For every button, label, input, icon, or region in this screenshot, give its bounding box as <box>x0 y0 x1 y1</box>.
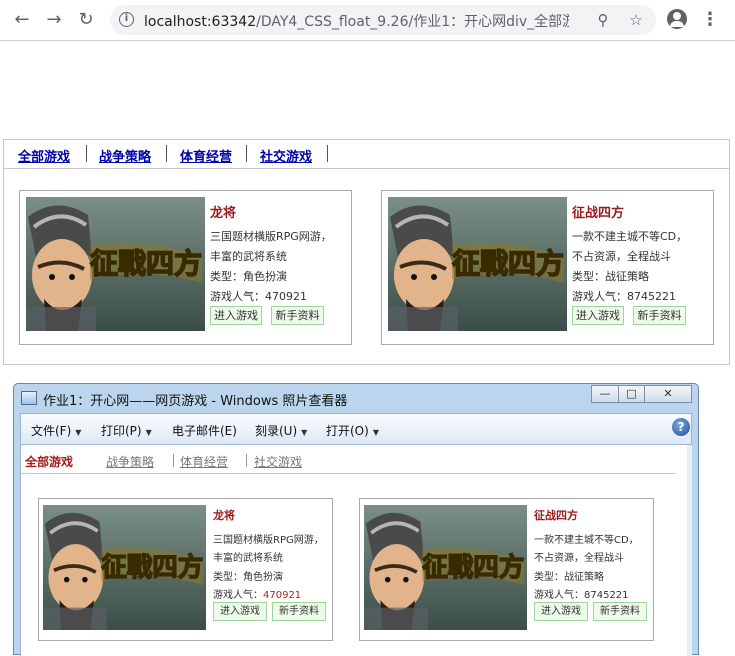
help-icon[interactable]: ? <box>672 418 690 436</box>
beginner-guide-button[interactable]: 新手资料 <box>633 306 686 325</box>
tab-divider <box>166 145 167 162</box>
viewer-game-description-line: 一款不建主城不等CD， <box>534 535 639 546</box>
game-card: 征戰四方 龙将 三国题材横版RPG网游， 丰富的武将系统 类型：角色扮演 游戏人… <box>19 190 352 345</box>
viewer-game-title: 征战四方 <box>534 509 578 522</box>
account-icon[interactable] <box>667 9 687 29</box>
beginner-guide-button[interactable]: 新手资料 <box>271 306 324 325</box>
viewer-menu-bar: 文件(F) ▼ 打印(P) ▼ 电子邮件(E) 刻录(U) ▼ 打开(O) ▼ ? <box>20 413 692 445</box>
game-popularity: 游戏人气：8745221 <box>572 290 676 303</box>
minimize-button[interactable]: — <box>591 385 619 403</box>
game-description-line: 丰富的武将系统 <box>210 250 287 263</box>
tab-divider <box>327 145 328 162</box>
game-description-line: 三国题材横版RPG网游， <box>210 230 332 243</box>
star-icon[interactable]: ☆ <box>627 11 645 29</box>
viewer-enter-game-button: 进入游戏 <box>534 602 588 621</box>
maximize-button[interactable]: □ <box>618 385 645 403</box>
info-icon[interactable]: i <box>119 12 134 27</box>
viewer-beginner-guide-button: 新手资料 <box>593 602 647 621</box>
forward-arrow-icon[interactable]: → <box>42 8 66 32</box>
game-description-line: 不占资源，全程战斗 <box>572 250 671 263</box>
menu-print[interactable]: 打印(P) ▼ <box>101 422 152 439</box>
tab-war-strategy[interactable]: 战争策略 <box>99 146 151 165</box>
tab-sports-management[interactable]: 体育经营 <box>180 146 232 165</box>
game-thumbnail[interactable]: 征戰四方 <box>388 197 567 331</box>
tab-divider <box>246 145 247 162</box>
game-logo-text: 征戰四方 <box>452 247 564 280</box>
viewer-game-card: 征戰四方 龙将 三国题材横版RPG网游， 丰富的武将系统 类型：角色扮演 游戏人… <box>38 498 333 641</box>
viewer-game-description-line: 三国题材横版RPG网游， <box>213 535 324 546</box>
viewer-tab-war-strategy: 战争策略 <box>106 455 155 469</box>
game-logo-text: 征戰四方 <box>101 552 203 583</box>
photo-viewer-app-icon <box>21 391 37 405</box>
viewer-game-popularity: 游戏人气：8745221 <box>534 590 629 601</box>
close-button[interactable]: ✕ <box>644 385 692 403</box>
url-host: localhost:63342 <box>144 14 257 30</box>
game-logo-text: 征戰四方 <box>422 552 524 583</box>
category-tabs: 全部游戏 战争策略 体育经营 社交游戏 <box>4 140 729 169</box>
viewer-image-canvas: 全部游戏 战争策略 体育经营 社交游戏 征戰四方 龙将 三国题材横版RPG网游，… <box>20 445 687 656</box>
tab-divider <box>86 145 87 162</box>
viewer-beginner-guide-button: 新手资料 <box>272 602 326 621</box>
viewer-game-thumbnail: 征戰四方 <box>43 505 206 630</box>
more-menu-icon[interactable]: ⋮ <box>700 8 720 32</box>
viewer-scrollbar[interactable] <box>687 445 692 656</box>
photo-viewer-window: 作业1：开心网——网页游戏 - Windows 照片查看器 — □ ✕ 文件(F… <box>13 383 699 656</box>
game-type: 类型：角色扮演 <box>210 270 287 283</box>
game-thumbnail[interactable]: 征戰四方 <box>26 197 205 331</box>
menu-file[interactable]: 文件(F) ▼ <box>31 422 81 439</box>
viewer-game-description-line: 不占资源，全程战斗 <box>534 553 624 564</box>
zoom-icon[interactable]: ⚲ <box>594 11 612 29</box>
enter-game-button[interactable]: 进入游戏 <box>210 306 262 325</box>
viewer-enter-game-button: 进入游戏 <box>213 602 267 621</box>
back-arrow-icon[interactable]: ← <box>10 8 34 32</box>
chevron-down-icon: ▼ <box>301 428 308 437</box>
address-bar[interactable]: i localhost:63342/DAY4_CSS_float_9.26/作业… <box>110 5 656 35</box>
game-card: 征戰四方 征战四方 一款不建主城不等CD， 不占资源，全程战斗 类型：战征策略 … <box>381 190 714 345</box>
window-title-bar[interactable]: 作业1：开心网——网页游戏 - Windows 照片查看器 — □ ✕ <box>14 384 698 413</box>
tab-social-games[interactable]: 社交游戏 <box>260 146 312 165</box>
window-title: 作业1：开心网——网页游戏 - Windows 照片查看器 <box>43 394 348 409</box>
tab-divider <box>173 454 174 467</box>
reload-icon[interactable]: ↻ <box>74 8 98 32</box>
chevron-down-icon: ▼ <box>145 428 152 437</box>
menu-email[interactable]: 电子邮件(E) <box>172 422 237 439</box>
game-type: 类型：战征策略 <box>572 270 649 283</box>
enter-game-button[interactable]: 进入游戏 <box>572 306 624 325</box>
game-logo-text: 征戰四方 <box>90 247 202 280</box>
tab-divider <box>246 454 247 467</box>
game-description-line: 一款不建主城不等CD， <box>572 230 688 243</box>
viewer-game-popularity: 游戏人气：470921 <box>213 590 302 601</box>
chevron-down-icon: ▼ <box>372 428 379 437</box>
viewer-tab-all-games: 全部游戏 <box>25 455 74 469</box>
viewer-game-thumbnail: 征戰四方 <box>364 505 527 630</box>
viewer-tab-social-games: 社交游戏 <box>254 455 303 469</box>
tab-all-games[interactable]: 全部游戏 <box>18 146 70 165</box>
game-title[interactable]: 龙将 <box>210 202 236 221</box>
url-path: /DAY4_CSS_float_9.26/作业1：开心网div_全部游... <box>256 14 569 30</box>
game-title[interactable]: 征战四方 <box>572 202 624 221</box>
menu-open[interactable]: 打开(O) ▼ <box>326 422 379 439</box>
viewer-game-type: 类型：战征策略 <box>534 572 604 583</box>
viewer-category-tabs: 全部游戏 战争策略 体育经营 社交游戏 <box>21 445 676 474</box>
browser-toolbar: ← → ↻ i localhost:63342/DAY4_CSS_float_9… <box>0 0 735 41</box>
chevron-down-icon: ▼ <box>75 428 82 437</box>
viewer-game-type: 类型：角色扮演 <box>213 572 283 583</box>
game-popularity: 游戏人气：470921 <box>210 290 307 303</box>
viewer-game-description-line: 丰富的武将系统 <box>213 553 283 564</box>
menu-burn[interactable]: 刻录(U) ▼ <box>255 422 307 439</box>
viewer-tab-sports-management: 体育经营 <box>180 455 229 469</box>
viewer-game-card: 征戰四方 征战四方 一款不建主城不等CD， 不占资源，全程战斗 类型：战征策略 … <box>359 498 654 641</box>
game-section: 全部游戏 战争策略 体育经营 社交游戏 征戰四方 龙将 三国题材横版RPG网游，… <box>3 139 730 365</box>
url-text[interactable]: localhost:63342/DAY4_CSS_float_9.26/作业1：… <box>144 11 569 31</box>
viewer-game-title: 龙将 <box>213 509 235 522</box>
